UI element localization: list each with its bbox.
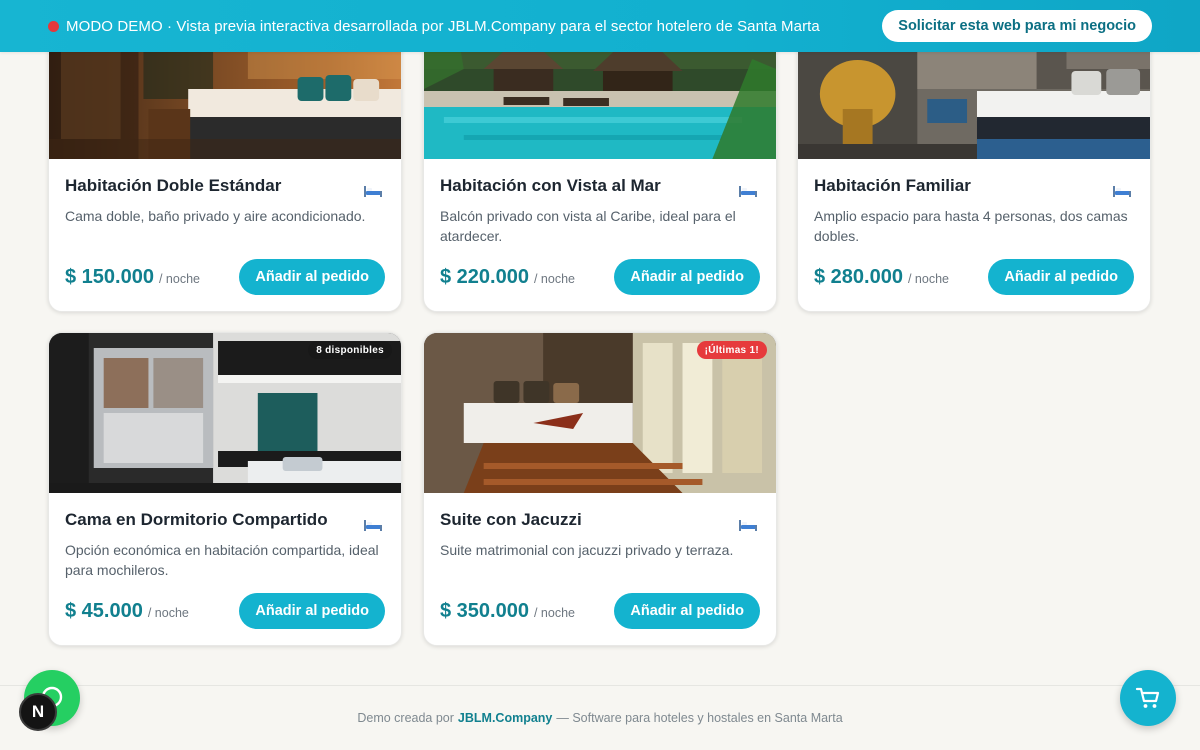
room-description: Balcón privado con vista al Caribe, idea… <box>440 208 736 244</box>
room-price: $ 280.000 <box>814 265 903 288</box>
demo-banner: MODO DEMO · Vista previa interactiva des… <box>0 0 1200 52</box>
room-description: Opción económica en habitación compartid… <box>65 542 379 578</box>
bed-icon <box>364 186 382 197</box>
request-website-button[interactable]: Solicitar esta web para mi negocio <box>882 10 1152 42</box>
add-to-order-button[interactable]: Añadir al pedido <box>614 259 760 295</box>
room-description: Amplio espacio para hasta 4 personas, do… <box>814 208 1128 244</box>
room-price: $ 220.000 <box>440 265 529 288</box>
room-price: $ 45.000 <box>65 599 143 622</box>
room-price: $ 350.000 <box>440 599 529 622</box>
cart-icon <box>1135 687 1160 708</box>
footer-brand-link[interactable]: JBLM.Company <box>458 711 552 725</box>
room-title: Suite con Jacuzzi <box>440 510 582 529</box>
price-unit: / noche <box>533 605 575 620</box>
availability-badge: 8 disponibles <box>308 341 392 359</box>
price-unit: / noche <box>158 271 200 286</box>
bed-icon <box>739 520 757 531</box>
room-description: Cama doble, baño privado y aire acondici… <box>65 208 366 224</box>
room-title: Habitación Familiar <box>814 176 971 195</box>
banner-left: MODO DEMO · Vista previa interactiva des… <box>48 18 820 35</box>
room-price: $ 150.000 <box>65 265 154 288</box>
room-card-body: Suite con Jacuzzi Suite matrimonial con … <box>424 493 776 645</box>
add-to-order-button[interactable]: Añadir al pedido <box>614 593 760 629</box>
bed-icon <box>364 520 382 531</box>
room-description: Suite matrimonial con jacuzzi privado y … <box>440 542 734 558</box>
room-card-body: Habitación Doble Estándar Cama doble, ba… <box>49 159 401 311</box>
price-unit: / noche <box>907 271 949 286</box>
last-rooms-badge: ¡Últimas 1! <box>696 341 767 359</box>
room-card-footer: $ 280.000 / noche Añadir al pedido <box>814 259 1134 295</box>
bed-icon <box>1113 186 1131 197</box>
avatar-n-button[interactable]: N <box>19 693 57 731</box>
price-unit: / noche <box>147 605 189 620</box>
room-card-footer: $ 220.000 / noche Añadir al pedido <box>440 259 760 295</box>
price-group: $ 350.000 / noche <box>440 600 575 623</box>
footer-suffix: — Software para hoteles y hostales en Sa… <box>556 711 843 725</box>
room-card-footer: $ 350.000 / noche Añadir al pedido <box>440 593 760 629</box>
room-card-footer: $ 45.000 / noche Añadir al pedido <box>65 593 385 629</box>
banner-text: MODO DEMO · Vista previa interactiva des… <box>66 17 820 35</box>
room-card-dormitorio-compartido: 8 disponibles Cama en Dormitorio Compart… <box>48 332 402 646</box>
room-title: Cama en Dormitorio Compartido <box>65 510 328 529</box>
room-title: Habitación con Vista al Mar <box>440 176 661 195</box>
room-photo: 8 disponibles <box>49 333 401 493</box>
demo-status-dot <box>48 20 59 32</box>
price-group: $ 220.000 / noche <box>440 266 575 289</box>
bed-icon <box>739 186 757 197</box>
add-to-order-button[interactable]: Añadir al pedido <box>239 259 385 295</box>
price-group: $ 280.000 / noche <box>814 266 949 289</box>
room-title: Habitación Doble Estándar <box>65 176 282 195</box>
price-group: $ 45.000 / noche <box>65 600 189 623</box>
price-unit: / noche <box>533 271 575 286</box>
footer-prefix: Demo creada por <box>357 711 454 725</box>
price-group: $ 150.000 / noche <box>65 266 200 289</box>
page-footer: Demo creada por JBLM.Company — Software … <box>0 685 1200 750</box>
room-photo: ¡Últimas 1! <box>424 333 776 493</box>
cart-button[interactable] <box>1120 670 1176 726</box>
add-to-order-button[interactable]: Añadir al pedido <box>988 259 1134 295</box>
room-card-body: Cama en Dormitorio Compartido Opción eco… <box>49 493 401 645</box>
room-card-body: Habitación Familiar Amplio espacio para … <box>798 159 1150 311</box>
room-card-body: Habitación con Vista al Mar Balcón priva… <box>424 159 776 311</box>
add-to-order-button[interactable]: Añadir al pedido <box>239 593 385 629</box>
room-card-footer: $ 150.000 / noche Añadir al pedido <box>65 259 385 295</box>
room-card-suite-jacuzzi: ¡Últimas 1! Suite con Jacuzzi Suite matr… <box>423 332 777 646</box>
